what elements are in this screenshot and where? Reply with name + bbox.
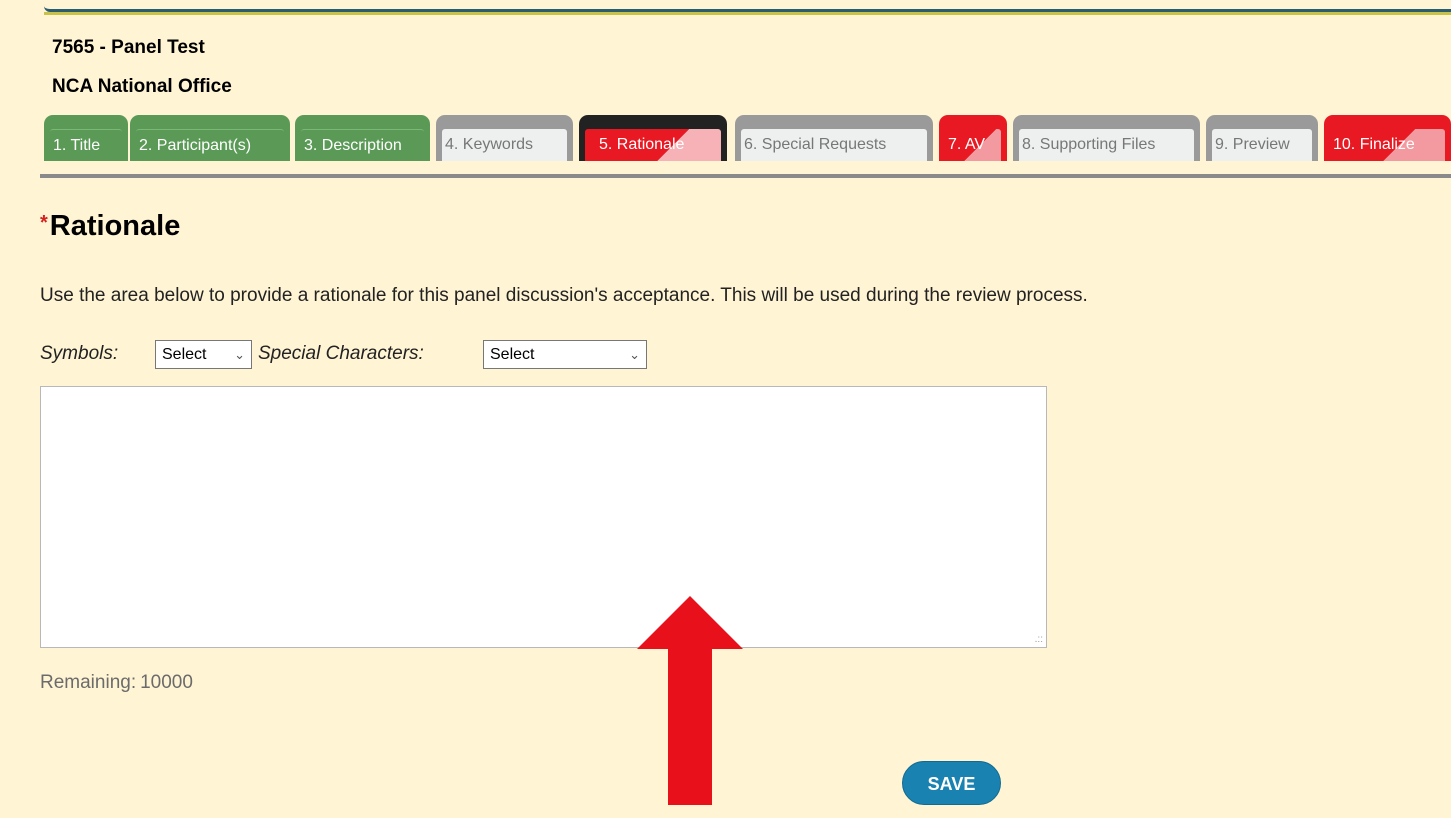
symbols-label: Symbols: — [40, 343, 119, 364]
symbols-select-value: Select — [162, 346, 207, 363]
remaining-count: 10000 — [140, 672, 193, 693]
special-characters-group: Special Characters: — [258, 343, 424, 365]
tab-label: 2. Participant(s) — [136, 129, 284, 161]
required-marker: * — [40, 212, 48, 234]
tab-special-requests[interactable]: 6. Special Requests — [735, 115, 933, 161]
up-arrow-icon — [637, 596, 743, 805]
remaining-label: Remaining: — [40, 672, 137, 693]
rationale-textarea[interactable]: .:: — [40, 386, 1047, 648]
page-background: 7565 - Panel Test NCA National Office 1.… — [0, 0, 1451, 818]
tab-av[interactable]: 7. AV — [939, 115, 1007, 161]
tab-label: 1. Title — [50, 129, 122, 161]
special-characters-select[interactable]: Select ⌄ — [483, 340, 647, 369]
tab-keywords[interactable]: 4. Keywords — [436, 115, 573, 161]
section-title: Rationale — [49, 210, 181, 242]
tab-label: 8. Supporting Files — [1019, 129, 1194, 161]
resize-handle-icon[interactable]: .:: — [1035, 635, 1043, 645]
tab-participants[interactable]: 2. Participant(s) — [130, 115, 290, 161]
tab-label: 5. Rationale — [585, 129, 721, 161]
tab-supporting-files[interactable]: 8. Supporting Files — [1013, 115, 1200, 161]
special-characters-select-value: Select — [490, 346, 535, 363]
special-characters-label: Special Characters: — [258, 343, 424, 364]
tab-label: 3. Description — [301, 129, 424, 161]
tab-preview[interactable]: 9. Preview — [1206, 115, 1318, 161]
symbols-select[interactable]: Select ⌄ — [155, 340, 252, 369]
proposal-title: 7565 - Panel Test — [52, 37, 205, 58]
chevron-down-icon: ⌄ — [629, 347, 640, 362]
tab-finalize[interactable]: 10. Finalize — [1324, 115, 1451, 161]
tab-title[interactable]: 1. Title — [44, 115, 128, 161]
chevron-down-icon: ⌄ — [234, 347, 245, 362]
tab-label: 10. Finalize — [1330, 129, 1445, 161]
tab-label: 6. Special Requests — [741, 129, 927, 161]
remaining-counter: Remaining: 10000 — [40, 672, 193, 694]
header-strip — [44, 0, 1451, 15]
tab-label: 4. Keywords — [442, 129, 567, 161]
section-heading: *Rationale — [40, 210, 180, 243]
character-tools: Symbols: — [40, 343, 118, 365]
bottom-bar — [0, 818, 1451, 829]
save-button[interactable]: SAVE — [902, 761, 1001, 805]
tab-divider — [40, 174, 1451, 178]
tab-rationale[interactable]: 5. Rationale — [579, 115, 727, 161]
tab-label: 7. AV — [945, 129, 1001, 161]
tab-label: 9. Preview — [1212, 129, 1312, 161]
instructions-text: Use the area below to provide a rational… — [40, 285, 1088, 306]
organization-name: NCA National Office — [52, 76, 232, 97]
tab-description[interactable]: 3. Description — [295, 115, 430, 161]
